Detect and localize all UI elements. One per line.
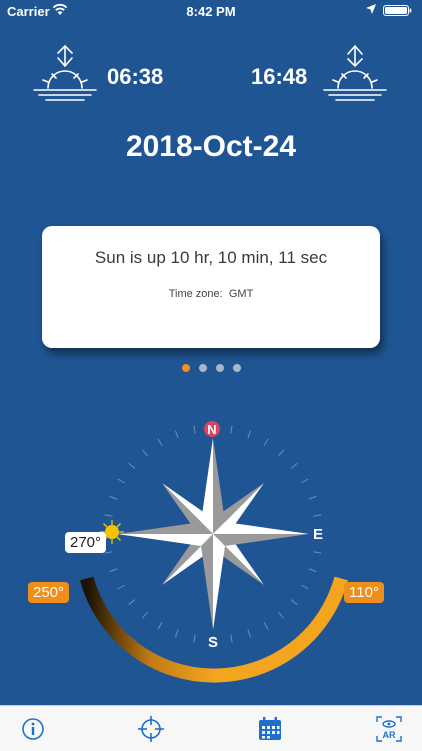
timezone-label: Time zone:	[168, 288, 223, 300]
compass-tick	[308, 568, 317, 573]
page-dot[interactable]	[216, 364, 224, 372]
east-label: E	[313, 526, 323, 543]
compass-tick	[174, 430, 179, 439]
sunrise-icon	[33, 44, 97, 101]
sunset-icon	[323, 45, 387, 101]
compass-tick	[109, 568, 118, 573]
compass-tick	[109, 495, 118, 500]
compass-tick	[141, 449, 148, 457]
compass-tick	[290, 462, 298, 469]
compass-tick	[290, 599, 298, 606]
tab-bar: AR	[0, 705, 422, 751]
timezone-row: Time zone: GMT	[42, 288, 380, 300]
south-label: S	[208, 634, 218, 651]
compass-tick	[157, 622, 163, 630]
info-icon[interactable]	[18, 714, 48, 744]
compass-tick	[141, 611, 148, 619]
sun-azimuth-label: 270°	[65, 532, 107, 553]
calendar-icon[interactable]	[255, 714, 285, 744]
compass-tick	[263, 622, 269, 630]
compass-tick	[247, 629, 252, 638]
compass-tick	[301, 478, 309, 484]
status-bar: Carrier 8:42 PM	[0, 0, 422, 22]
compass-tick	[278, 611, 285, 619]
crosshair-icon[interactable]	[136, 714, 166, 744]
compass-tick	[308, 495, 317, 500]
sunset-azimuth-label: 250°	[28, 582, 70, 603]
daylight-duration: Sun is up 10 hr, 10 min, 11 sec	[94, 248, 328, 267]
compass-tick	[117, 478, 125, 484]
compass-tick	[128, 462, 136, 469]
sunrise-time: 06:38	[107, 64, 164, 89]
compass-tick	[193, 425, 196, 434]
compass-tick	[230, 425, 233, 434]
sunrise-azimuth-label: 110°	[344, 582, 384, 603]
compass-tick	[230, 634, 233, 643]
compass-tick	[174, 629, 179, 638]
timezone-value: GMT	[228, 288, 254, 300]
page-dot[interactable]	[182, 364, 190, 372]
page-dot[interactable]	[199, 364, 207, 372]
sunset-time: 16:48	[251, 64, 308, 89]
compass-tick	[278, 449, 285, 457]
compass-tick	[263, 438, 269, 446]
compass-tick	[301, 584, 309, 590]
compass-tick	[157, 438, 163, 446]
selected-date[interactable]: 2018-Oct-24	[0, 130, 422, 164]
compass-tick	[193, 634, 196, 643]
compass-tick	[117, 584, 125, 590]
compass[interactable]: N E S	[0, 400, 422, 690]
sun-info-card[interactable]: Sun is up 10 hr, 10 min, 11 sec Time zon…	[42, 226, 380, 348]
compass-tick	[247, 430, 252, 439]
ar-view-icon[interactable]: AR	[374, 714, 404, 744]
compass-tick	[104, 514, 113, 517]
compass-tick	[104, 551, 113, 554]
compass-tick	[313, 551, 322, 554]
compass-tick	[128, 599, 136, 606]
compass-tick	[313, 514, 322, 517]
location-arrow-icon	[366, 4, 376, 14]
compass-rose	[117, 438, 309, 630]
battery-icon	[383, 5, 412, 16]
status-time: 8:42 PM	[186, 4, 236, 19]
ar-label: AR	[383, 730, 396, 740]
north-label: N	[207, 422, 216, 437]
page-dot[interactable]	[233, 364, 241, 372]
